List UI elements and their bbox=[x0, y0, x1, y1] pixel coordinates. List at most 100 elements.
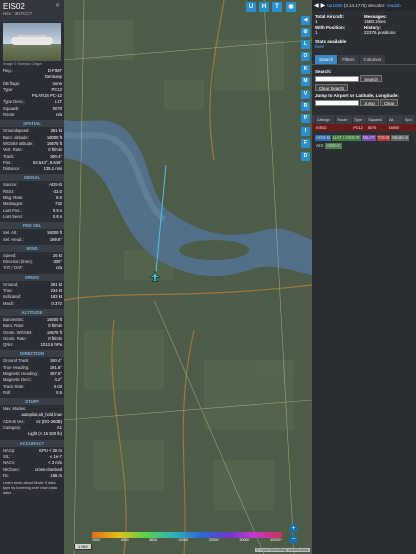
section-header[interactable]: ACCURACY bbox=[0, 439, 64, 447]
expand-right-icon[interactable]: ▶ bbox=[321, 2, 326, 9]
column-header[interactable]: Type bbox=[352, 115, 368, 124]
column-header[interactable]: Route bbox=[335, 115, 353, 124]
table-cell: EIS02 bbox=[315, 124, 336, 131]
table-cell: 5070 bbox=[366, 124, 388, 131]
section-header[interactable]: SPEED bbox=[0, 273, 64, 281]
table-body: EIS02 PC12 5070 16000 bbox=[312, 124, 416, 131]
map-button-m[interactable]: M bbox=[301, 77, 310, 87]
jump-input[interactable] bbox=[315, 99, 359, 106]
stats-here-link[interactable]: here bbox=[315, 44, 324, 49]
info-row: Route: n/a bbox=[0, 112, 64, 118]
stats-grid: Total Aircraft: 1 Messages: 1580.2/sec With … bbox=[312, 11, 416, 39]
stat-value: 22376 positions bbox=[364, 30, 396, 35]
info-row: Distance: 135.1 nmi bbox=[0, 166, 64, 172]
sidebar-tabs: Search Filters Columns bbox=[312, 55, 416, 65]
tab-search[interactable]: Search bbox=[315, 55, 338, 64]
info-label: Type: bbox=[3, 86, 14, 92]
map-button-l[interactable]: L bbox=[301, 40, 310, 49]
zoom-in-button[interactable]: + bbox=[289, 524, 298, 533]
info-row: Sel. Head.: 189.8° bbox=[0, 237, 64, 243]
section-header[interactable]: SPATIAL bbox=[0, 120, 64, 128]
map-button-r[interactable]: R bbox=[301, 102, 310, 111]
map-button-p[interactable]: P bbox=[301, 114, 310, 124]
column-header[interactable]: Squawk bbox=[366, 115, 388, 124]
info-row: Roll: 0.5 bbox=[0, 390, 64, 396]
info-row: Light (< 15 500 lb) bbox=[0, 431, 64, 437]
altitude-tick-label: 20000 bbox=[208, 538, 219, 542]
close-icon[interactable]: ✕ bbox=[55, 3, 61, 9]
layers-icon[interactable]: ◉ bbox=[286, 2, 296, 12]
stat-cell: Total Aircraft: 1 bbox=[315, 14, 364, 25]
callsign: EIS02 bbox=[3, 2, 25, 11]
map-button-u[interactable]: U bbox=[246, 2, 256, 12]
map-button-f[interactable]: F bbox=[301, 139, 310, 149]
table-cell: 16000 bbox=[387, 124, 404, 131]
search-input[interactable] bbox=[315, 75, 359, 82]
stat-value: 1580.2/sec bbox=[364, 19, 387, 24]
map-button-d[interactable]: D bbox=[301, 151, 310, 161]
map-view[interactable]: UHT ◉ ◀ ⚙ L O K M V R P I F D 1500 4000 8000 12000 2000… bbox=[64, 0, 312, 554]
jump-button[interactable]: Jump bbox=[360, 99, 379, 106]
section-header[interactable]: FMS SEL bbox=[0, 222, 64, 230]
stat-cell: History: 22376 positions bbox=[364, 25, 413, 36]
info-label: Reg.: bbox=[3, 68, 14, 73]
zoom-out-button[interactable]: − bbox=[289, 535, 298, 544]
altitude-tick-label: 30000 bbox=[239, 538, 250, 542]
search-panel: Search: Search Clear Search Jump to Airp… bbox=[312, 65, 416, 110]
map-button-h[interactable]: H bbox=[259, 2, 269, 12]
info-row: Last Seen: 0.6 s bbox=[0, 214, 64, 220]
info-label: Last Seen: bbox=[3, 213, 24, 219]
clear-search-button[interactable]: Clear Search bbox=[315, 84, 349, 91]
search-button[interactable]: Search bbox=[360, 75, 382, 82]
tab-filters[interactable]: Filters bbox=[338, 55, 359, 64]
info-value: 189.8° bbox=[49, 236, 62, 242]
info-value: 0.6 s bbox=[52, 213, 62, 219]
column-header[interactable]: Callsign bbox=[315, 115, 337, 124]
aircraft-table: Callsign Route Type Squawk Alt. Spd EIS02 PC12… bbox=[312, 115, 416, 131]
map-button-k[interactable]: K bbox=[301, 64, 310, 74]
info-value: n/a bbox=[56, 265, 62, 271]
collapse-left-icon[interactable]: ◀ bbox=[314, 2, 319, 9]
tar1090-link[interactable]: tar1090 bbox=[327, 3, 342, 8]
altitude-tick-label: 40000+ bbox=[270, 538, 282, 542]
info-value: 0.372 bbox=[51, 300, 62, 306]
right-sidebar: ◀ ▶ tar1090 (3.14.1776) decoder: readsb … bbox=[312, 0, 416, 554]
map-canvas[interactable] bbox=[64, 0, 312, 554]
legend-ads-b: ADS-B bbox=[315, 135, 332, 141]
map-button-v[interactable]: V bbox=[301, 89, 310, 99]
info-label: QNH: bbox=[3, 342, 14, 348]
stat-value: 1 bbox=[315, 30, 318, 35]
legend-mlat: MLAT bbox=[361, 135, 376, 141]
hex-code: Hex : 3D7CC7 bbox=[3, 11, 33, 16]
map-attribution[interactable]: © OpenStreetMap contributors. bbox=[255, 548, 310, 552]
map-button-o[interactable]: O bbox=[301, 52, 310, 62]
info-label: Mach: bbox=[3, 300, 15, 306]
section-header[interactable]: SIGNAL bbox=[0, 174, 64, 182]
collapse-arrow-icon[interactable]: ◀ bbox=[301, 16, 310, 25]
table-row[interactable]: EIS02 PC12 5070 16000 bbox=[312, 124, 416, 131]
section-header[interactable]: WIND bbox=[0, 244, 64, 252]
map-button-t[interactable]: T bbox=[272, 2, 282, 12]
aircraft-photo[interactable] bbox=[3, 23, 61, 61]
table-cell bbox=[403, 124, 416, 131]
tab-columns[interactable]: Columns bbox=[359, 55, 386, 64]
column-header[interactable]: Spd bbox=[403, 115, 416, 124]
table-cell bbox=[335, 124, 353, 131]
legend-ais: AIS bbox=[315, 143, 325, 149]
altitude-tick-label: 1500 bbox=[92, 538, 100, 542]
map-button-i[interactable]: I bbox=[301, 126, 310, 136]
search-label: Search: bbox=[315, 69, 332, 74]
info-row: QNH: 1013.6 hPa bbox=[0, 342, 64, 348]
info-label: Roll: bbox=[3, 389, 12, 395]
decoder-link[interactable]: readsb bbox=[387, 3, 401, 8]
column-header[interactable]: Alt. bbox=[387, 115, 404, 124]
section-header[interactable]: DIRECTION bbox=[0, 350, 64, 358]
section-header[interactable]: STUFF bbox=[0, 398, 64, 406]
altitude-tick-label: 8000 bbox=[149, 538, 158, 542]
sidebar-topbar: ◀ ▶ tar1090 (3.14.1776) decoder: readsb bbox=[312, 0, 416, 11]
scale-bar: 1 NM bbox=[74, 544, 92, 550]
section-header[interactable]: ALTITUDE bbox=[0, 308, 64, 316]
tar1090-app: EIS02 Hex : 3D7CC7 ✕ Image © Mathias Grä… bbox=[0, 0, 416, 554]
clear-button[interactable]: Clear bbox=[380, 99, 399, 106]
settings-icon[interactable]: ⚙ bbox=[301, 28, 310, 37]
